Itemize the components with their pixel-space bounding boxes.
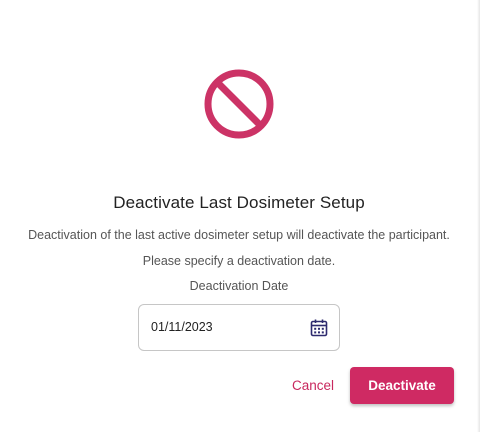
deactivation-date-label: Deactivation Date [189,279,289,293]
dialog-message-deactivation: Deactivation of the last active dosimete… [28,228,450,242]
dialog-edge [477,0,480,432]
deactivate-button[interactable]: Deactivate [350,367,454,404]
deactivate-dialog: Deactivate Last Dosimeter Setup Deactiva… [0,0,480,432]
deactivation-date-field[interactable]: 01/11/2023 [138,304,340,351]
dialog-message-instruction: Please specify a deactivation date. [142,254,336,268]
prohibited-icon [203,68,275,140]
dialog-title: Deactivate Last Dosimeter Setup [113,193,365,212]
calendar-icon[interactable] [309,318,329,338]
cancel-button[interactable]: Cancel [282,368,344,404]
deactivation-date-value[interactable]: 01/11/2023 [151,320,213,334]
